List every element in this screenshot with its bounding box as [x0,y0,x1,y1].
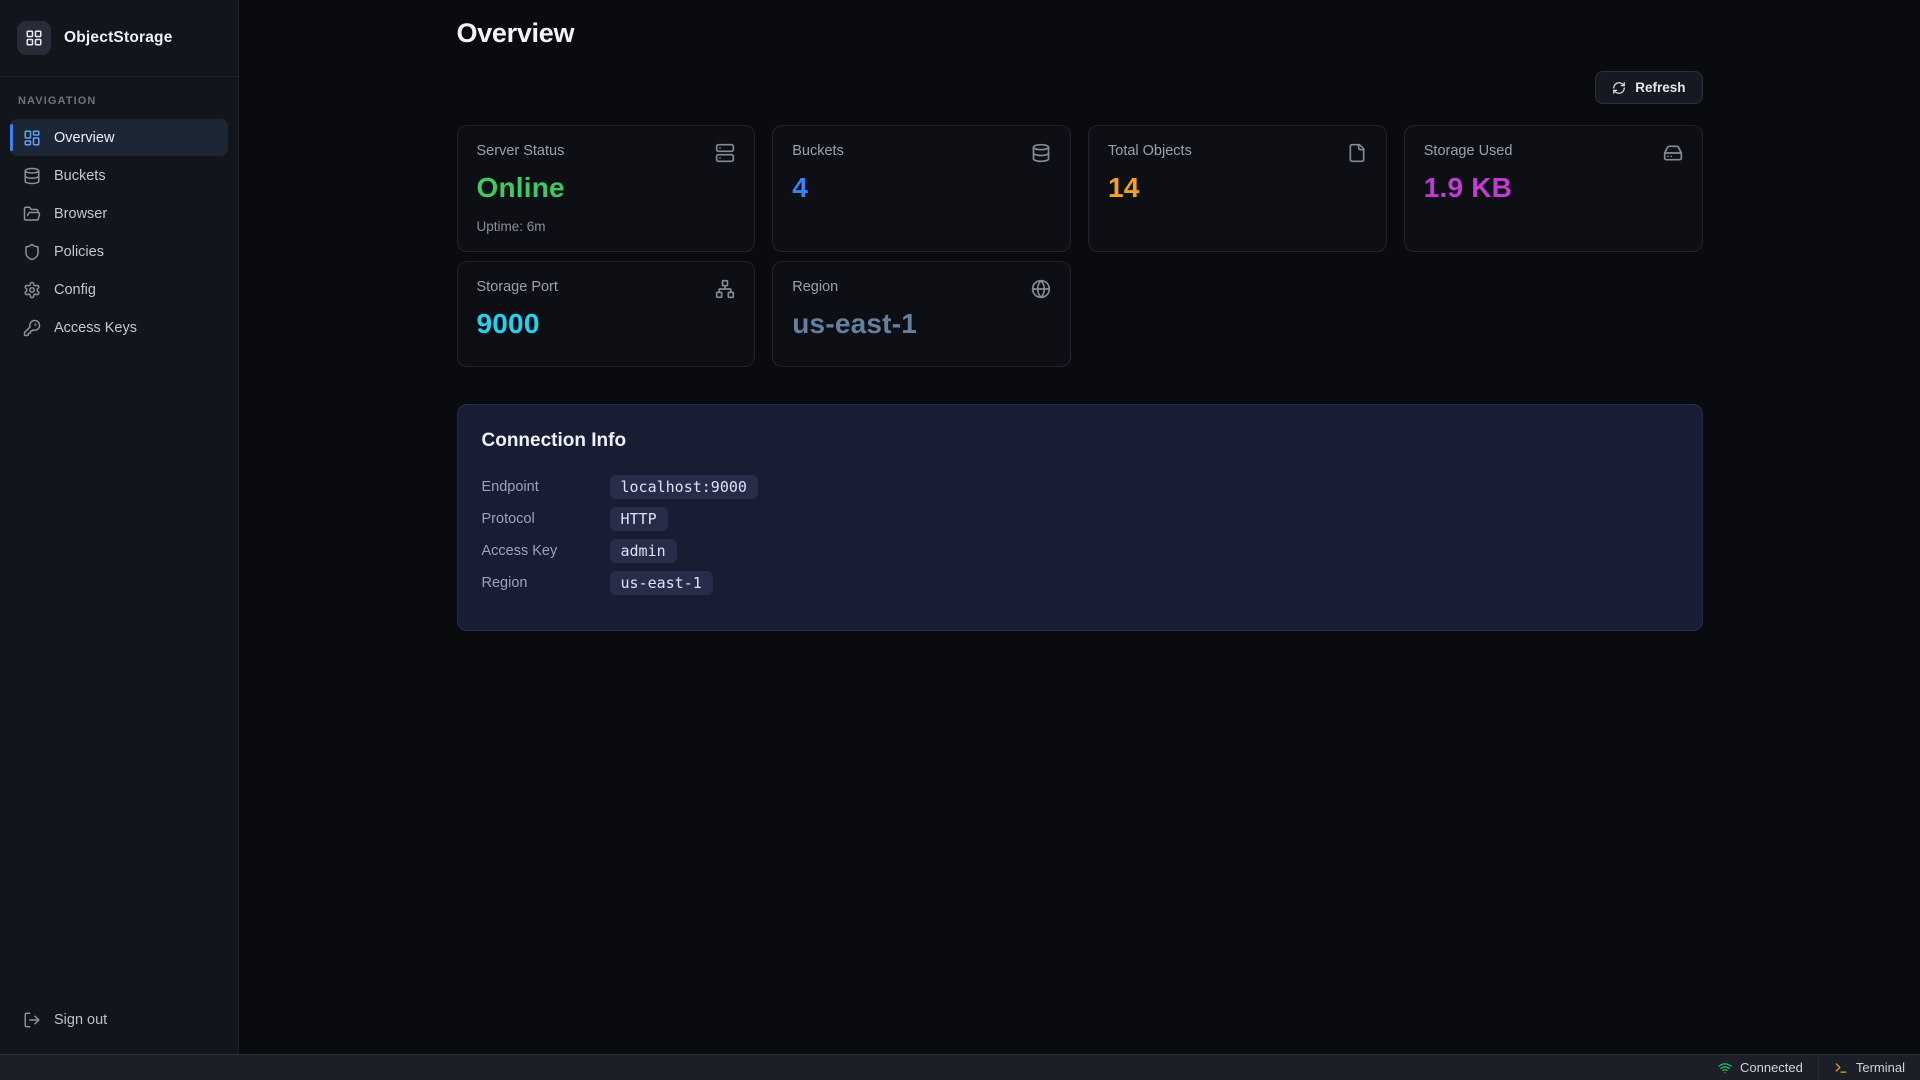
app-logo [17,21,51,55]
stat-value: us-east-1 [792,308,1051,340]
sidebar-item-buckets[interactable]: Buckets [10,157,228,194]
app-title: ObjectStorage [64,29,173,47]
grid-icon [25,29,43,47]
sidebar-item-access-keys[interactable]: Access Keys [10,309,228,346]
stat-label: Total Objects [1108,143,1192,159]
stat-value: 4 [792,172,1051,204]
sidebar-nav: NAVIGATION Overview Buckets Browser Poli… [0,77,238,347]
stat-label: Region [792,279,838,295]
stat-card-region: Region us-east-1 [772,261,1071,367]
stat-card-storage-used: Storage Used 1.9 KB [1404,125,1703,252]
sidebar-item-label: Policies [54,244,104,260]
file-icon [1347,143,1367,163]
stat-label: Buckets [792,143,844,159]
stat-subtext: Uptime: 6m [477,219,736,234]
sidebar-item-label: Config [54,282,96,298]
terminal-icon [1834,1061,1848,1075]
status-bar: Connected Terminal [0,1054,1920,1080]
stat-label: Storage Used [1424,143,1513,159]
connection-row-access-key: Access Key admin [482,538,1678,564]
stat-card-server-status: Server Status Online Uptime: 6m [457,125,756,252]
refresh-button[interactable]: Refresh [1595,71,1702,104]
globe-icon [1031,279,1051,299]
sidebar-item-policies[interactable]: Policies [10,233,228,270]
sign-out-label: Sign out [54,1012,107,1028]
sign-out-button[interactable]: Sign out [10,1001,228,1038]
connection-status-label: Connected [1740,1060,1803,1075]
toolbar: Refresh [457,71,1703,104]
server-icon [715,143,735,163]
region-value: us-east-1 [610,571,713,595]
terminal-label: Terminal [1856,1060,1905,1075]
gear-icon [23,281,41,299]
connection-row-label: Protocol [482,511,610,527]
stat-card-total-objects: Total Objects 14 [1088,125,1387,252]
refresh-icon [1612,81,1626,95]
sidebar-item-label: Access Keys [54,320,137,336]
sidebar-item-label: Buckets [54,168,106,184]
connection-row-endpoint: Endpoint localhost:9000 [482,474,1678,500]
database-icon [1031,143,1051,163]
stat-value: 14 [1108,172,1367,204]
dashboard-icon [23,129,41,147]
connection-info-panel: Connection Info Endpoint localhost:9000 … [457,404,1703,631]
stat-value: Online [477,172,736,204]
stat-card-storage-port: Storage Port 9000 [457,261,756,367]
connection-row-label: Access Key [482,543,610,559]
shield-icon [23,243,41,261]
connection-status: Connected [1703,1055,1818,1080]
log-out-icon [23,1011,41,1029]
refresh-label: Refresh [1635,80,1685,95]
sidebar-item-config[interactable]: Config [10,271,228,308]
sidebar-item-overview[interactable]: Overview [10,119,228,156]
nav-section-label: NAVIGATION [18,95,220,107]
app-brand: ObjectStorage [0,0,238,77]
terminal-toggle[interactable]: Terminal [1818,1055,1920,1080]
endpoint-value: localhost:9000 [610,475,758,499]
page-title: Overview [457,18,1703,49]
connection-row-label: Region [482,575,610,591]
access-key-value: admin [610,539,677,563]
key-icon [23,319,41,337]
sidebar-item-browser[interactable]: Browser [10,195,228,232]
protocol-value: HTTP [610,507,668,531]
network-icon [715,279,735,299]
stat-label: Server Status [477,143,565,159]
sidebar-item-label: Browser [54,206,107,222]
stat-label: Storage Port [477,279,558,295]
stat-card-buckets: Buckets 4 [772,125,1071,252]
connection-info-title: Connection Info [482,430,1678,452]
connection-row-region: Region us-east-1 [482,570,1678,596]
connection-row-label: Endpoint [482,479,610,495]
folder-open-icon [23,205,41,223]
main-area: Overview Refresh Server Status Online Up… [239,0,1920,1054]
sidebar: ObjectStorage NAVIGATION Overview Bucket… [0,0,239,1054]
stat-value: 9000 [477,308,736,340]
hard-drive-icon [1663,143,1683,163]
wifi-icon [1718,1061,1732,1075]
connection-row-protocol: Protocol HTTP [482,506,1678,532]
database-icon [23,167,41,185]
stat-value: 1.9 KB [1424,172,1683,204]
sidebar-item-label: Overview [54,130,114,146]
stat-cards-grid: Server Status Online Uptime: 6m Buckets … [457,125,1703,367]
